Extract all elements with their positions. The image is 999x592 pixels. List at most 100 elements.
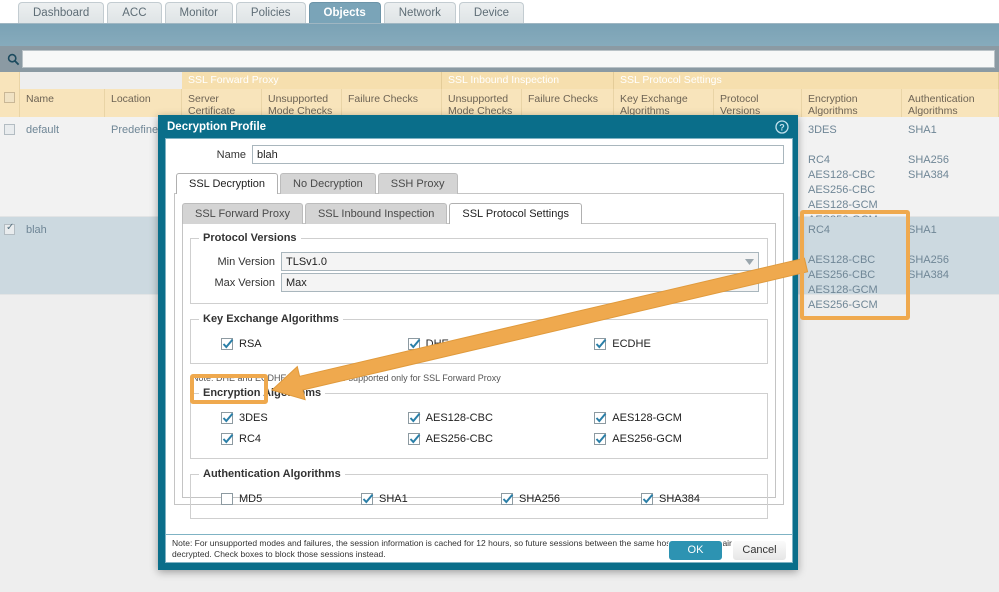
auth-sha384-checkbox[interactable]: [641, 492, 654, 505]
search-input[interactable]: [22, 50, 995, 68]
grid-column-header[interactable]: Key Exchange Algorithms: [614, 89, 714, 117]
min-version-value: TLSv1.0: [286, 256, 327, 268]
cell-list-item: RC4: [808, 224, 831, 236]
nav-tab-device[interactable]: Device: [458, 2, 525, 23]
nav-tab-dashboard[interactable]: Dashboard: [18, 2, 105, 23]
enc-rc4-row[interactable]: RC4: [199, 428, 386, 449]
grid-column-header[interactable]: Location: [105, 89, 182, 117]
kex-dhe-row[interactable]: DHE: [386, 333, 573, 354]
nav-tab-monitor[interactable]: Monitor: [164, 2, 233, 23]
enc-aes256-cbc-checkbox[interactable]: [407, 432, 420, 445]
grid-column-header[interactable]: Failure Checks: [342, 89, 442, 117]
auth-sha256-checkbox[interactable]: [501, 492, 514, 505]
cell-list-item: AES256-GCM: [808, 299, 878, 311]
tab-ssl-inbound-inspection[interactable]: SSL Inbound Inspection: [304, 203, 448, 224]
grid-group-header: SSL Inbound Inspection: [442, 72, 614, 89]
enc-rc4-label: RC4: [239, 432, 262, 445]
nav-tab-label: Network: [398, 7, 441, 19]
nav-tab-acc[interactable]: ACC: [107, 2, 162, 23]
enc-aes128-cbc-checkbox[interactable]: [407, 411, 420, 424]
authentication-checkbox-grid: MD5 SHA1 SHA256 SHA384: [199, 486, 759, 509]
search-icon[interactable]: [4, 50, 22, 68]
chevron-down-icon[interactable]: [741, 253, 758, 270]
auth-sha384-row[interactable]: SHA384: [619, 488, 759, 509]
enc-aes128-gcm-checkbox[interactable]: [594, 411, 607, 424]
nav-tab-network[interactable]: Network: [383, 2, 456, 23]
enc-3des-row[interactable]: 3DES: [199, 407, 386, 428]
tab-no-decryption[interactable]: No Decryption: [280, 173, 376, 194]
auth-md5-checkbox[interactable]: [221, 492, 233, 505]
ok-button[interactable]: OK: [668, 540, 723, 561]
authentication-algorithms-group: Authentication Algorithms MD5 SHA1 SHA256 S…: [190, 468, 768, 519]
tab-ssl-forward-proxy[interactable]: SSL Forward Proxy: [182, 203, 303, 224]
grid-column-header[interactable]: Unsupported Mode Checks: [442, 89, 522, 117]
enc-rc4-checkbox[interactable]: [221, 432, 234, 445]
encryption-checkbox-grid: 3DES AES128-CBC AES128-GCM RC4 AES256-CBC AES…: [199, 405, 759, 449]
protocol-versions-group: Protocol Versions Min Version TLSv1.0 Ma…: [190, 232, 768, 304]
cell-list-item: SHA256: [908, 154, 949, 166]
nav-tab-label: Policies: [250, 7, 291, 19]
enc-aes256-cbc-row[interactable]: AES256-CBC: [386, 428, 573, 449]
grid-column-header[interactable]: Failure Checks: [522, 89, 614, 117]
tab-ssh-proxy[interactable]: SSH Proxy: [377, 173, 458, 194]
select-all-checkbox[interactable]: [4, 92, 15, 103]
key-exchange-checkbox-grid: RSA DHE ECDHE: [199, 331, 759, 354]
auth-sha256-row[interactable]: SHA256: [479, 488, 619, 509]
enc-aes128-cbc-row[interactable]: AES128-CBC: [386, 407, 573, 428]
max-version-value: Max: [286, 277, 307, 289]
enc-3des-checkbox[interactable]: [221, 411, 234, 424]
kex-dhe-label: DHE: [425, 337, 449, 350]
cell-list-item: SHA384: [908, 269, 949, 281]
enc-aes256-gcm-label: AES256-GCM: [612, 432, 682, 445]
tab-ssl-decryption[interactable]: SSL Decryption: [176, 173, 279, 194]
cell-authentication-algorithms: SHA1 SHA256 SHA384: [902, 117, 999, 183]
kex-rsa-row[interactable]: RSA: [199, 333, 386, 354]
auth-sha1-row[interactable]: SHA1: [339, 488, 479, 509]
enc-aes256-gcm-row[interactable]: AES256-GCM: [572, 428, 759, 449]
min-version-select[interactable]: TLSv1.0: [281, 252, 759, 271]
row-select-checkbox[interactable]: [4, 124, 15, 135]
grid-column-header[interactable]: Server Certificate Verification: [182, 89, 262, 117]
name-field-row: Name: [174, 145, 784, 164]
auth-sha1-checkbox[interactable]: [361, 492, 374, 505]
enc-aes256-gcm-checkbox[interactable]: [594, 432, 607, 445]
auth-md5-row[interactable]: MD5: [199, 488, 339, 509]
grid-column-header[interactable]: Protocol Versions: [714, 89, 802, 117]
enc-3des-label: 3DES: [239, 411, 268, 424]
nav-tab-policies[interactable]: Policies: [235, 2, 306, 23]
key-exchange-group: Key Exchange Algorithms RSA DHE ECDHE: [190, 313, 768, 364]
min-version-label: Min Version: [217, 255, 275, 268]
help-circle-icon[interactable]: ?: [775, 120, 789, 134]
kex-ecdhe-checkbox[interactable]: [594, 337, 607, 350]
grid-column-header[interactable]: Name: [20, 89, 105, 117]
cell-name: default: [26, 124, 60, 136]
grid-column-header[interactable]: Authentication Algorithms: [902, 89, 999, 117]
cell-list-item: AES256-CBC: [808, 269, 876, 281]
encryption-algorithms-group: Encryption Algorithms 3DES AES128-CBC AES1…: [190, 387, 768, 459]
enc-aes128-gcm-row[interactable]: AES128-GCM: [572, 407, 759, 428]
select-all-cell[interactable]: [0, 72, 20, 117]
nav-tab-label: Monitor: [179, 7, 218, 19]
kex-ecdhe-row[interactable]: ECDHE: [572, 333, 759, 354]
grid-group-header: SSL Forward Proxy: [182, 72, 442, 89]
grid-column-header[interactable]: Unsupported Mode Checks: [262, 89, 342, 117]
cell-list-item: SHA256: [908, 254, 949, 266]
grid-column-header[interactable]: Encryption Algorithms: [802, 89, 902, 117]
enc-aes256-cbc-label: AES256-CBC: [425, 432, 493, 445]
cell-list-item: [808, 138, 896, 153]
cell-list-item: [908, 238, 993, 253]
cancel-button[interactable]: Cancel: [732, 540, 787, 561]
dialog-title: Decryption Profile: [167, 121, 267, 133]
kex-dhe-checkbox[interactable]: [407, 337, 420, 350]
row-select-checkbox[interactable]: [4, 222, 15, 235]
max-version-select[interactable]: Max: [281, 273, 759, 292]
tab-ssl-protocol-settings[interactable]: SSL Protocol Settings: [449, 203, 582, 224]
cell-list-item: SHA1: [908, 224, 937, 236]
nav-tab-objects[interactable]: Objects: [308, 2, 381, 23]
cell-list-item: 3DES: [808, 124, 837, 136]
kex-rsa-checkbox[interactable]: [221, 337, 234, 350]
cell-list-item: [808, 238, 896, 253]
name-input[interactable]: [252, 145, 784, 164]
max-version-row: Max Version Max: [199, 273, 759, 292]
nav-tab-label: Objects: [323, 7, 366, 19]
